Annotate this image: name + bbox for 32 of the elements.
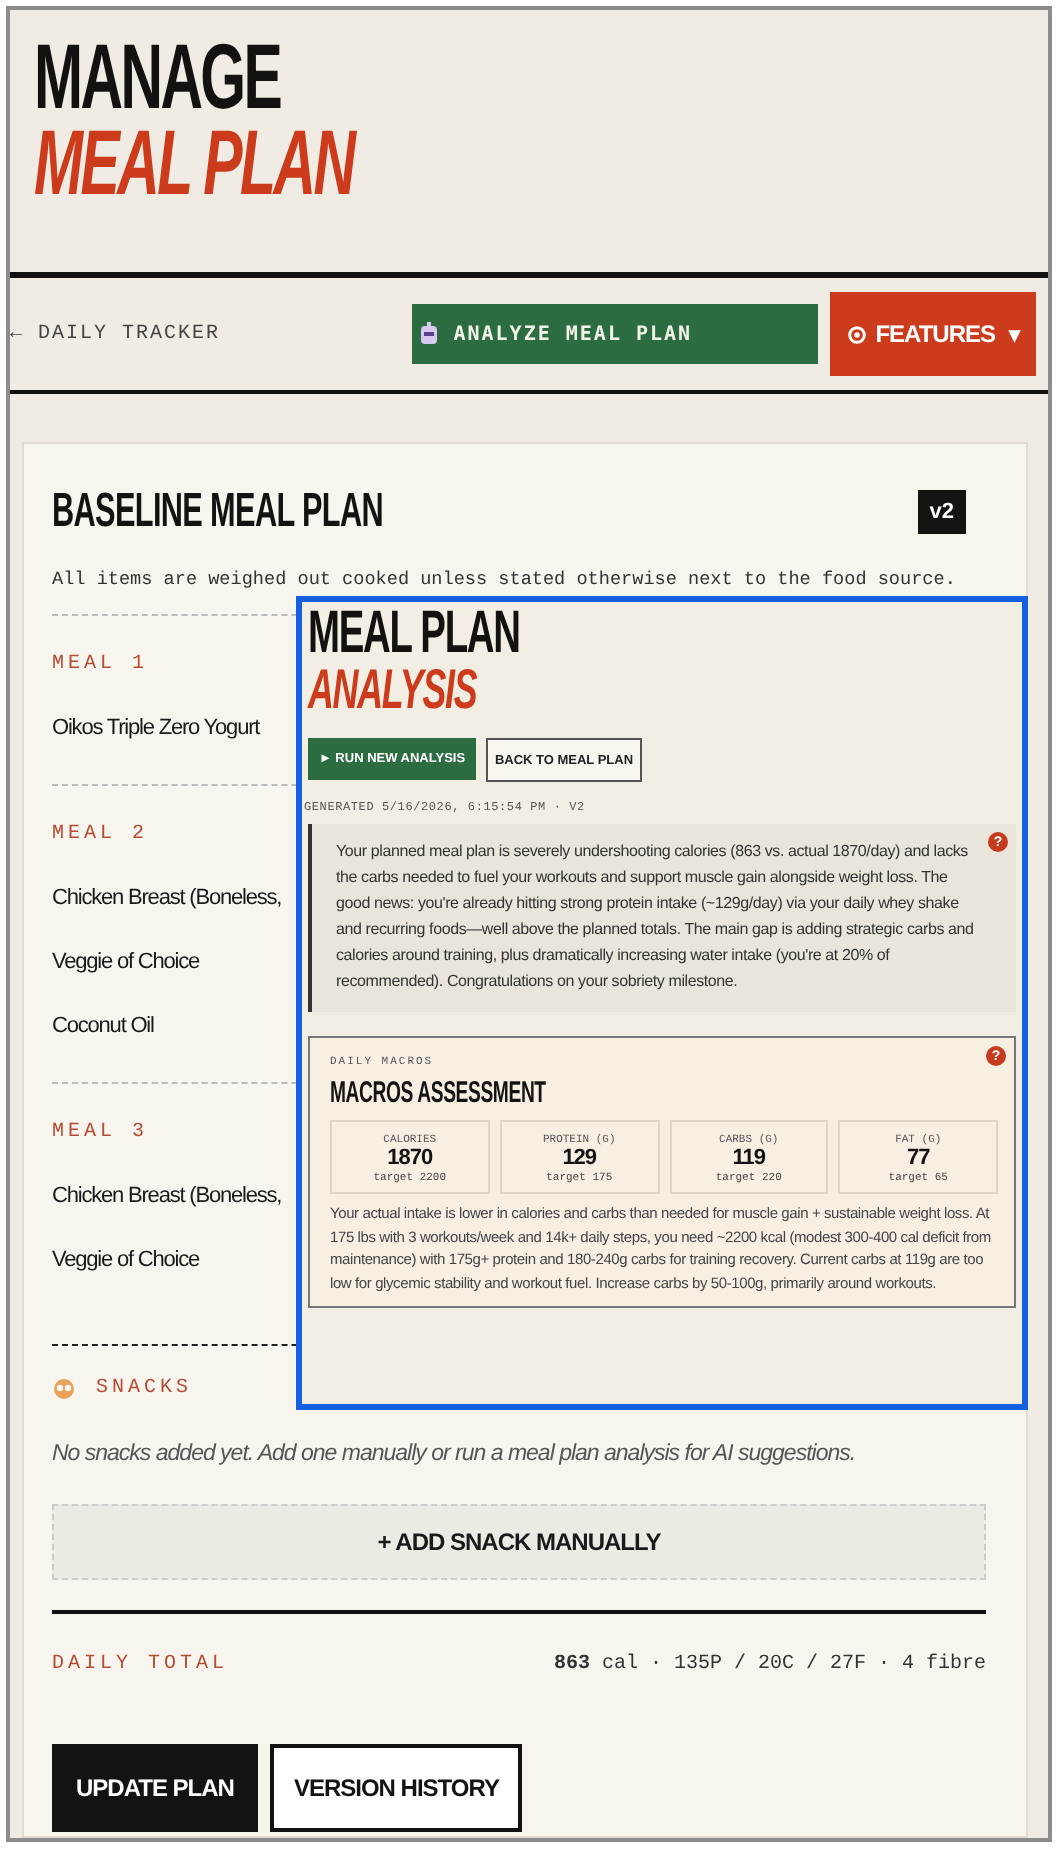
meal-item[interactable]: Oikos Triple Zero Yogurt bbox=[52, 696, 260, 760]
features-button[interactable]: FEATURES ▾ bbox=[829, 292, 1036, 376]
stat-value: 1870 bbox=[387, 1146, 433, 1170]
meal-item[interactable]: Chicken Breast (Boneless, bbox=[52, 866, 282, 930]
add-snack-button[interactable]: + ADD SNACK MANUALLY bbox=[52, 1504, 986, 1580]
meal-label: MEAL 3 bbox=[52, 1122, 149, 1146]
stat-value: 77 bbox=[907, 1146, 930, 1170]
update-plan-button[interactable]: UPDATE PLAN bbox=[52, 1744, 258, 1832]
analysis-title: ANALYSIS bbox=[308, 662, 477, 718]
daily-total-value: 863 cal · 135P / 20C / 27F · 4 fibre bbox=[553, 1654, 986, 1676]
version-history-button[interactable]: VERSION HISTORY bbox=[269, 1744, 523, 1832]
meal-item[interactable]: Coconut Oil bbox=[52, 994, 154, 1058]
page-title: MEAL PLAN bbox=[34, 118, 354, 206]
plan-title: BASELINE MEAL PLAN bbox=[52, 484, 383, 540]
empty-snacks-text: No snacks added yet. Add one manually or run a meal plan analysis for AI suggestions. bbox=[52, 1440, 858, 1468]
meal-item[interactable]: Veggie of Choice bbox=[52, 930, 200, 994]
page-title: MANAGE bbox=[34, 34, 281, 118]
analyze-button[interactable]: ANALYZE MEAL PLAN bbox=[411, 304, 818, 364]
meal-item[interactable]: Veggie of Choice bbox=[52, 1228, 200, 1292]
version-badge: v2 bbox=[917, 490, 966, 534]
meal-item[interactable]: Chicken Breast (Boneless, bbox=[52, 1164, 282, 1228]
meal-label: MEAL 2 bbox=[52, 824, 149, 848]
daily-total-label: DAILY TOTAL bbox=[52, 1654, 229, 1676]
plan-note: All items are weighed out cooked unless stated otherwise next to the food source. bbox=[52, 568, 958, 590]
stat-value: 129 bbox=[562, 1146, 597, 1170]
snacks-label: SNACKS bbox=[96, 1378, 193, 1400]
macros-title: MACROS ASSESSMENT bbox=[330, 1076, 546, 1110]
summary-text: Your planned meal plan is severely undershooting calories (863 vs. actual 1870/day) and lacks the carbs needed to fuel your workouts and support muscle gain alongside weight loss. The good news: you're already hitting strong protein intake (~129g/day) via your daily whey shake and recurring foods—well above the planned totals. The main gap is adding strategic carbs and calories around training, plus dramatically increasing water intake (you're at 20% of recommended). Congratulations on your sobriety milestone. bbox=[336, 840, 976, 994]
meal-label: MEAL 1 bbox=[52, 654, 149, 678]
analysis-title: MEAL PLAN bbox=[308, 606, 520, 662]
back-link[interactable]: ← DAILY TRACKER bbox=[10, 323, 221, 345]
stat-value: 119 bbox=[732, 1146, 765, 1170]
